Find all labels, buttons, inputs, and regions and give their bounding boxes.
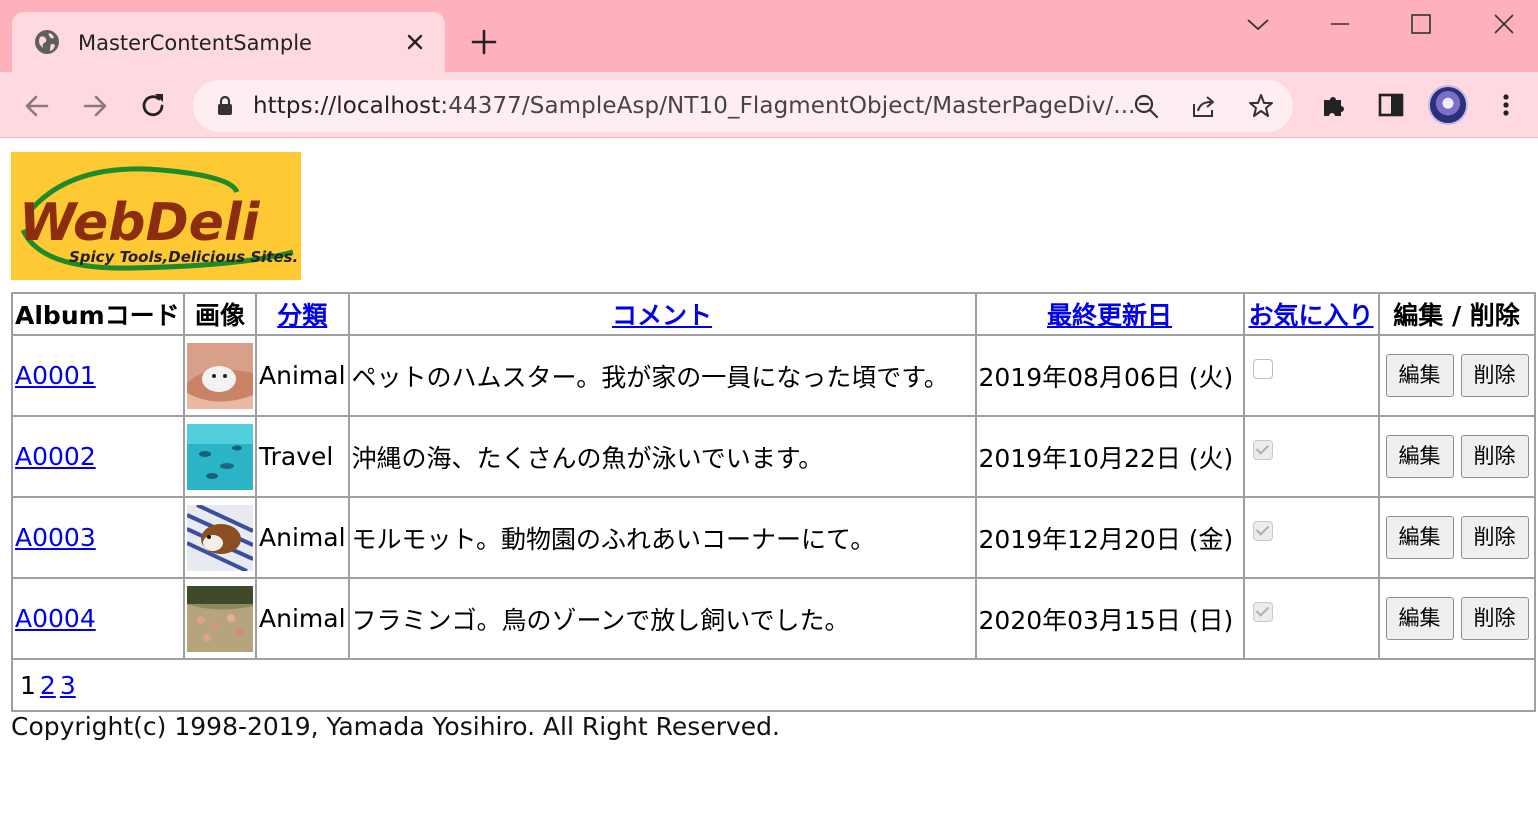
new-tab-icon[interactable] bbox=[470, 28, 498, 56]
delete-button[interactable]: 削除 bbox=[1460, 516, 1529, 559]
lock-icon[interactable] bbox=[217, 96, 233, 116]
back-icon[interactable] bbox=[22, 91, 52, 121]
comment-cell: 沖縄の海、たくさんの魚が泳いでいます。 bbox=[347, 415, 977, 498]
album-code-link[interactable]: A0003 bbox=[15, 523, 96, 552]
grid-header-row: Albumコード 画像 分類 コメント 最終更新日 お気に入り 編集 / 削除 bbox=[11, 292, 1536, 336]
header-favorite-sort-link[interactable]: お気に入り bbox=[1249, 301, 1374, 330]
address-bar[interactable]: https://localhost:44377/SampleAsp/NT10_F… bbox=[193, 80, 1293, 132]
minimize-icon[interactable] bbox=[1318, 8, 1362, 42]
edit-button[interactable]: 編集 bbox=[1385, 597, 1454, 640]
table-row: A0003 Animal モルモット。動物園のふれあいコーナーにて。 2019年… bbox=[11, 496, 1536, 579]
share-icon[interactable] bbox=[1190, 92, 1218, 120]
browser-tabstrip: MasterContentSample bbox=[0, 0, 1538, 74]
favorite-checkbox-checked bbox=[1252, 520, 1273, 541]
table-row: A0001 Animal ペットのハムスター。我が家の一員になった頃です。 20… bbox=[11, 334, 1536, 417]
category-cell: Travel bbox=[255, 415, 350, 498]
url-text[interactable]: https://localhost:44377/SampleAsp/NT10_F… bbox=[253, 93, 1136, 119]
header-image: 画像 bbox=[183, 292, 257, 336]
category-cell: Animal bbox=[255, 496, 350, 579]
delete-button[interactable]: 削除 bbox=[1460, 435, 1529, 478]
header-comment-sort-link[interactable]: コメント bbox=[612, 301, 712, 330]
category-cell: Animal bbox=[255, 334, 350, 417]
logo-graphic: WebDeli Spicy Tools,Delicious Sites. bbox=[11, 152, 301, 280]
bookmark-star-icon[interactable] bbox=[1247, 92, 1275, 120]
favorite-checkbox-checked bbox=[1252, 439, 1273, 460]
tab-title: MasterContentSample bbox=[78, 31, 312, 55]
close-icon[interactable] bbox=[404, 31, 426, 53]
flamingo-thumbnail bbox=[187, 585, 253, 652]
webdeli-logo: WebDeli Spicy Tools,Delicious Sites. bbox=[11, 152, 301, 280]
table-row: A0002 Travel 沖縄の海、たくさんの魚が泳いでいます。 2019年10… bbox=[11, 415, 1536, 498]
sea-fish-thumbnail bbox=[187, 423, 253, 490]
browser-tab[interactable]: MasterContentSample bbox=[12, 12, 445, 74]
pager-row: 123 bbox=[11, 658, 1536, 712]
album-code-link[interactable]: A0001 bbox=[15, 361, 96, 390]
edit-button[interactable]: 編集 bbox=[1385, 516, 1454, 559]
edit-button[interactable]: 編集 bbox=[1385, 435, 1454, 478]
copyright-footer: Copyright(c) 1998-2019, Yamada Yosihiro.… bbox=[11, 712, 780, 741]
pager-link-2[interactable]: 2 bbox=[40, 671, 56, 700]
pager-current-page: 1 bbox=[20, 670, 36, 700]
album-code-link[interactable]: A0004 bbox=[15, 604, 96, 633]
pager-link-3[interactable]: 3 bbox=[60, 671, 76, 700]
favorite-checkbox-unchecked bbox=[1252, 358, 1273, 379]
side-panel-icon[interactable] bbox=[1376, 90, 1406, 120]
svg-text:Spicy Tools,Delicious Sites.: Spicy Tools,Delicious Sites. bbox=[69, 248, 298, 266]
guinea-pig-thumbnail bbox=[187, 504, 253, 571]
album-grid: Albumコード 画像 分類 コメント 最終更新日 お気に入り 編集 / 削除 … bbox=[11, 292, 1536, 712]
window-close-icon[interactable] bbox=[1482, 8, 1526, 42]
header-updated-sort-link[interactable]: 最終更新日 bbox=[1047, 301, 1172, 330]
updated-cell: 2019年12月20日 (金) bbox=[974, 496, 1245, 579]
maximize-icon[interactable] bbox=[1399, 8, 1443, 42]
browser-toolbar: https://localhost:44377/SampleAsp/NT10_F… bbox=[0, 72, 1538, 138]
header-edit-delete: 編集 / 削除 bbox=[1377, 292, 1536, 336]
forward-icon[interactable] bbox=[80, 91, 110, 121]
comment-cell: モルモット。動物園のふれあいコーナーにて。 bbox=[347, 496, 977, 579]
updated-cell: 2020年03月15日 (日) bbox=[974, 577, 1245, 660]
tab-search-chevron-icon[interactable] bbox=[1236, 8, 1280, 42]
category-cell: Animal bbox=[255, 577, 350, 660]
delete-button[interactable]: 削除 bbox=[1460, 354, 1529, 397]
hamster-thumbnail bbox=[187, 342, 253, 409]
zoom-out-icon[interactable] bbox=[1132, 92, 1160, 120]
header-album-code: Albumコード bbox=[11, 292, 185, 336]
profile-avatar[interactable] bbox=[1428, 85, 1468, 125]
edit-button[interactable]: 編集 bbox=[1385, 354, 1454, 397]
menu-kebab-icon[interactable] bbox=[1491, 90, 1521, 120]
comment-cell: ペットのハムスター。我が家の一員になった頃です。 bbox=[347, 334, 977, 417]
table-row: A0004 Animal フラミンゴ。鳥のゾーンで放し飼いでした。 2020年0… bbox=[11, 577, 1536, 660]
extensions-icon[interactable] bbox=[1319, 90, 1349, 120]
reload-icon[interactable] bbox=[138, 91, 168, 121]
globe-icon bbox=[35, 30, 59, 54]
album-code-link[interactable]: A0002 bbox=[15, 442, 96, 471]
updated-cell: 2019年08月06日 (火) bbox=[974, 334, 1245, 417]
header-category-sort-link[interactable]: 分類 bbox=[277, 301, 327, 330]
favorite-checkbox-checked bbox=[1252, 601, 1273, 622]
delete-button[interactable]: 削除 bbox=[1460, 597, 1529, 640]
updated-cell: 2019年10月22日 (火) bbox=[974, 415, 1245, 498]
svg-text:WebDeli: WebDeli bbox=[19, 193, 261, 253]
comment-cell: フラミンゴ。鳥のゾーンで放し飼いでした。 bbox=[347, 577, 977, 660]
